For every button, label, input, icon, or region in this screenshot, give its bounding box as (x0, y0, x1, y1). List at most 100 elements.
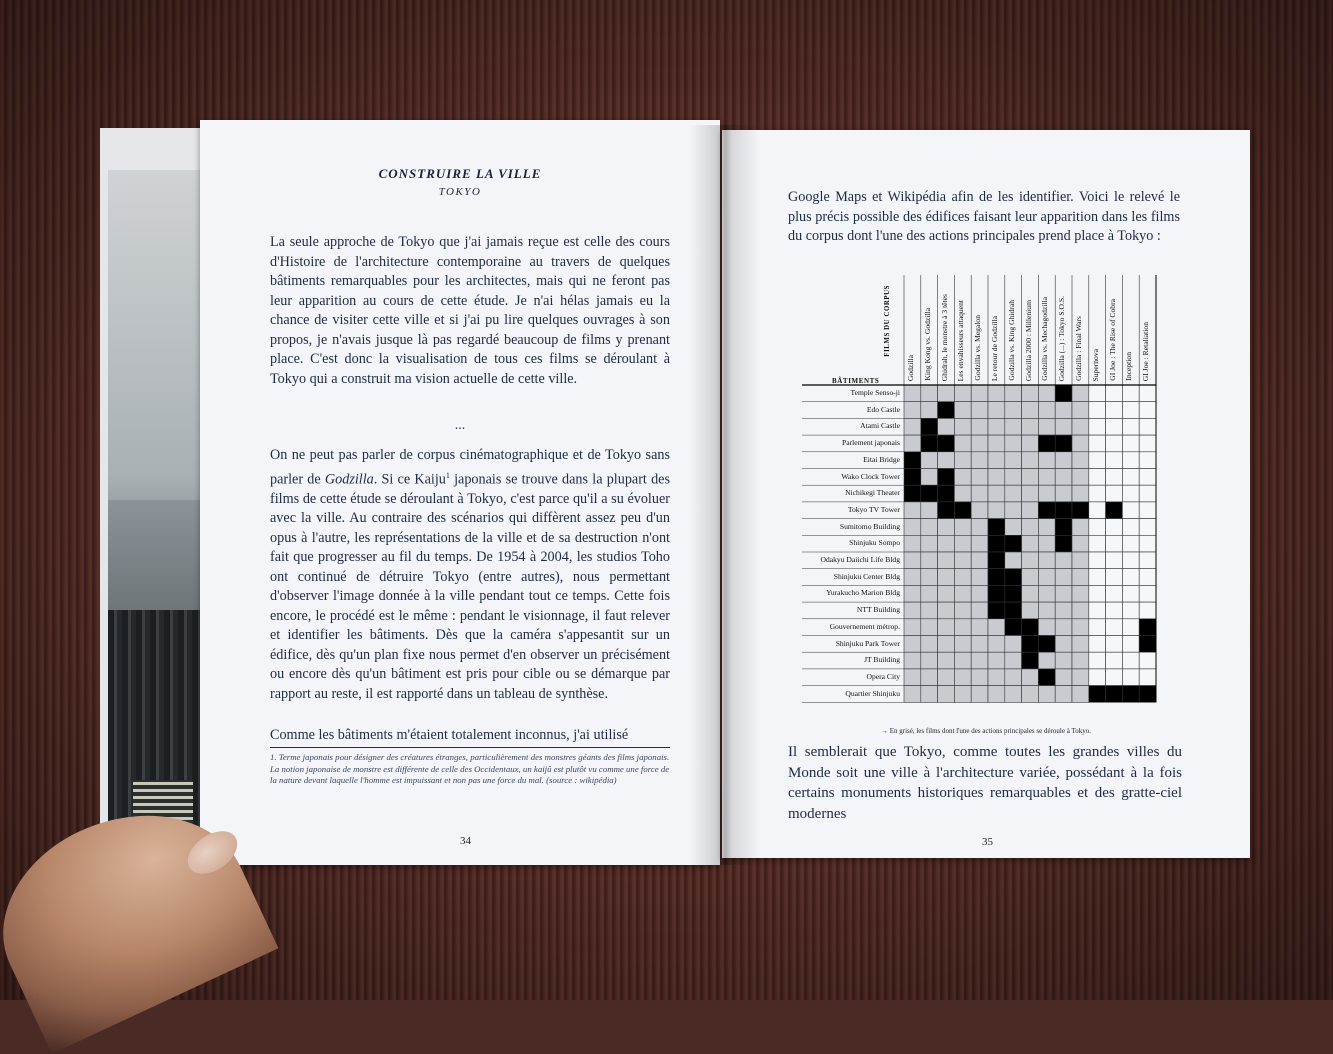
presence-cell-filled (1138, 685, 1157, 703)
presence-cell (1122, 468, 1140, 486)
presence-cell (1122, 418, 1140, 436)
presence-cell (1038, 585, 1056, 603)
presence-cell (1054, 551, 1073, 570)
presence-cell (1105, 484, 1123, 503)
presence-cell-filled (1004, 585, 1022, 603)
presence-cell (937, 384, 955, 403)
presence-cell-filled (937, 434, 955, 453)
presence-cell (954, 551, 972, 570)
presence-cell (1004, 635, 1022, 653)
paragraph-2-text: On ne peut pas parler de corpus cinémato… (270, 446, 670, 704)
presence-cell (1088, 518, 1106, 536)
paragraph-1: La seule approche de Tokyo que j'ai jama… (270, 233, 670, 389)
presence-cell (1105, 618, 1123, 636)
presence-cell (1021, 668, 1039, 686)
presence-cell (1004, 668, 1022, 686)
presence-cell (1054, 401, 1073, 419)
presence-cell-filled (1004, 618, 1022, 636)
presence-cell (903, 401, 922, 419)
presence-cell (1054, 685, 1073, 703)
presence-cell (937, 551, 955, 570)
presence-cell (1071, 601, 1090, 620)
presence-cell (987, 685, 1006, 703)
presence-cell (903, 501, 922, 519)
presence-cell (1138, 651, 1157, 670)
presence-cell (1054, 668, 1073, 686)
presence-cell-filled (987, 585, 1006, 603)
presence-cell (1088, 434, 1106, 453)
presence-cell (1021, 551, 1039, 570)
presence-cell (954, 451, 972, 469)
presence-cell (1105, 568, 1123, 586)
presence-cell (1071, 468, 1090, 486)
presence-cell (1105, 635, 1123, 653)
presence-cell (987, 635, 1006, 653)
presence-cell (1071, 685, 1090, 703)
presence-cell (987, 618, 1006, 636)
presence-cell (1004, 518, 1022, 536)
presence-cell-filled (1038, 501, 1056, 519)
presence-cell (970, 451, 989, 469)
presence-cell (1021, 484, 1039, 503)
presence-cell (954, 468, 972, 486)
presence-cell (920, 601, 938, 620)
presence-cell (1004, 501, 1022, 519)
presence-cell (1088, 585, 1106, 603)
presence-cell (954, 585, 972, 603)
presence-cell (903, 518, 922, 536)
presence-cell (903, 418, 922, 436)
presence-cell (1138, 534, 1157, 553)
chapter-title: CONSTRUIRE LA VILLE (378, 166, 542, 181)
presence-cell (1138, 585, 1157, 603)
presence-cell (903, 601, 922, 620)
presence-cell (1021, 451, 1039, 469)
presence-cell (937, 618, 955, 636)
presence-cell (987, 434, 1006, 453)
presence-grid (802, 275, 1157, 703)
page-number-left: 34 (460, 835, 471, 847)
buildings-table: FILMS DU CORPUS BÂTIMENTS Godzilla King K… (802, 275, 1162, 711)
presence-cell (987, 384, 1006, 403)
presence-cell (920, 501, 938, 519)
presence-cell (1088, 501, 1106, 519)
presence-cell (920, 651, 938, 670)
presence-cell (1071, 434, 1090, 453)
presence-cell (1054, 468, 1073, 486)
presence-cell (954, 534, 972, 553)
presence-cell-filled (903, 451, 922, 469)
presence-cell (903, 651, 922, 670)
paragraph-1-text: La seule approche de Tokyo que j'ai jama… (270, 234, 670, 387)
presence-cell (1054, 484, 1073, 503)
presence-cell (987, 468, 1006, 486)
presence-cell (970, 668, 989, 686)
presence-cell (954, 651, 972, 670)
presence-cell (1004, 651, 1022, 670)
book-gutter-shadow (690, 125, 760, 865)
presence-cell (1038, 685, 1056, 703)
presence-cell-filled (920, 418, 938, 436)
footnote: 1. Terme japonais pour désigner des créa… (270, 752, 670, 785)
presence-cell (970, 635, 989, 653)
presence-cell (1105, 585, 1123, 603)
presence-cell (920, 451, 938, 469)
presence-cell (970, 384, 989, 403)
presence-cell (903, 618, 922, 636)
presence-cell (1088, 551, 1106, 570)
presence-cell (1004, 551, 1022, 570)
presence-cell (1071, 568, 1090, 586)
presence-cell (1138, 484, 1157, 503)
presence-cell (1138, 384, 1157, 403)
presence-cell (1105, 668, 1123, 686)
presence-cell (1138, 401, 1157, 419)
right-paragraph-2-text: Il semblerait que Tokyo, comme toutes le… (788, 744, 1182, 822)
presence-cell (1021, 434, 1039, 453)
presence-cell (1038, 484, 1056, 503)
presence-cell (1004, 468, 1022, 486)
presence-cell (1071, 651, 1090, 670)
presence-cell-filled (937, 501, 955, 519)
presence-cell (1038, 568, 1056, 586)
right-paragraph-2: Il semblerait que Tokyo, comme toutes le… (788, 742, 1182, 824)
presence-cell (920, 685, 938, 703)
presence-cell (1004, 401, 1022, 419)
presence-cell (1122, 551, 1140, 570)
